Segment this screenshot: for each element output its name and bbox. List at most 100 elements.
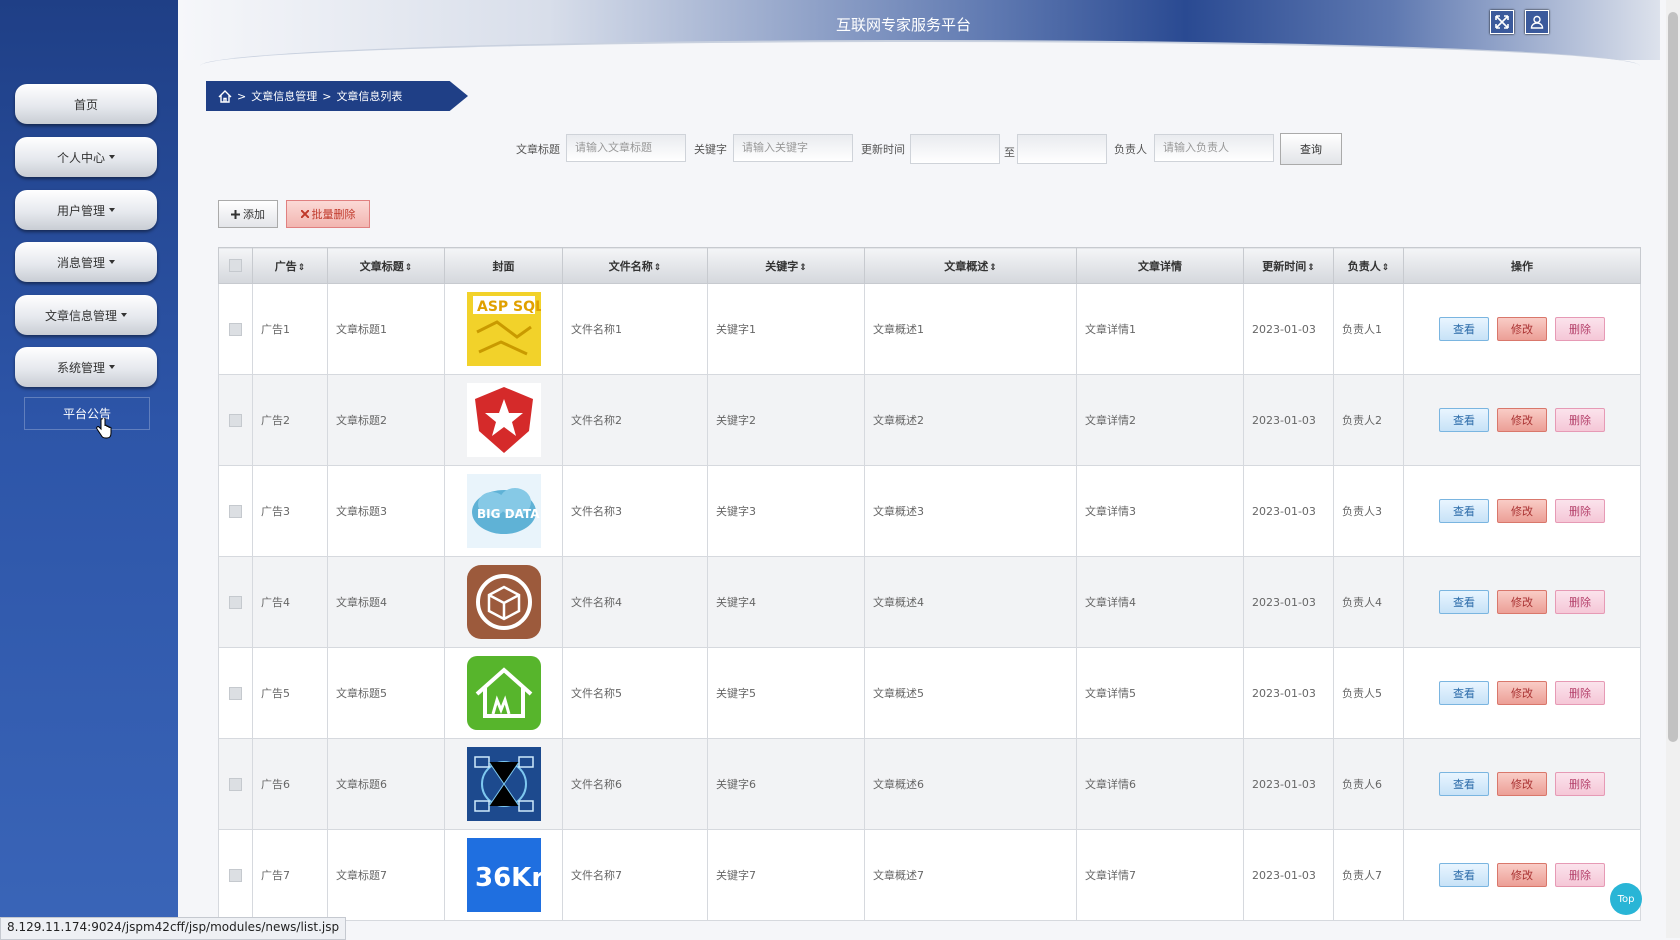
cell-filename: 文件名称7 [562, 829, 708, 921]
edit-button[interactable]: 修改 [1497, 408, 1547, 432]
owner-input[interactable]: 请输入负责人 [1154, 134, 1274, 162]
select-all-cell [218, 247, 253, 284]
query-button[interactable]: 查询 [1280, 133, 1342, 165]
delete-button[interactable]: 删除 [1555, 408, 1605, 432]
sidebar-item-system-management[interactable]: 系统管理 [15, 347, 157, 387]
edit-button[interactable]: 修改 [1497, 863, 1547, 887]
keyword-input[interactable]: 请输入关键字 [733, 134, 853, 162]
delete-button[interactable]: 删除 [1555, 863, 1605, 887]
cell-title: 文章标题6 [327, 738, 445, 830]
cell-cover: 36Kr [444, 829, 563, 921]
sidebar-item-label: 系统管理 [56, 360, 105, 375]
home-icon[interactable] [218, 89, 232, 103]
cell-detail: 文章详情3 [1076, 465, 1244, 557]
delete-button[interactable]: 删除 [1555, 317, 1605, 341]
select-all-checkbox[interactable] [229, 259, 242, 272]
sidebar-item-personal-center[interactable]: 个人中心 [15, 137, 157, 177]
header-keyword[interactable]: 关键字⇕ [707, 247, 865, 284]
sidebar-item-article-management[interactable]: 文章信息管理 [15, 295, 157, 335]
delete-button[interactable]: 删除 [1555, 772, 1605, 796]
batch-delete-label: 批量删除 [311, 208, 356, 221]
cell-actions: 查看 修改 删除 [1403, 647, 1641, 739]
update-time-start-input[interactable] [910, 134, 1000, 164]
header-filename[interactable]: 文件名称⇕ [562, 247, 708, 284]
user-icon[interactable] [1525, 10, 1549, 34]
table-row: 广告7 文章标题7 36Kr 文件名称7 关键字7 文章概述7 文章详情7 2023-01-0… [218, 829, 1641, 921]
view-button[interactable]: 查看 [1439, 681, 1489, 705]
view-button[interactable]: 查看 [1439, 499, 1489, 523]
header-actions: 操作 [1403, 247, 1641, 284]
cover-star-shield [453, 383, 554, 457]
article-table: 广告⇕ 文章标题⇕ 封面 文件名称⇕ 关键字⇕ 文章概述⇕ 文章详情 更新时间⇕… [218, 247, 1641, 921]
row-checkbox[interactable] [229, 595, 242, 609]
cover-network [453, 747, 554, 821]
sidebar-item-user-management[interactable]: 用户管理 [15, 190, 157, 230]
cell-updated: 2023-01-03 [1243, 556, 1334, 648]
edit-button[interactable]: 修改 [1497, 590, 1547, 614]
row-checkbox[interactable] [229, 868, 242, 882]
header-wave [200, 40, 1640, 66]
row-checkbox[interactable] [229, 322, 242, 336]
view-button[interactable]: 查看 [1439, 408, 1489, 432]
cover-house [453, 656, 554, 730]
add-button[interactable]: 添加 [218, 200, 278, 228]
cell-summary: 文章概述1 [864, 283, 1077, 375]
hand-cursor-icon [96, 418, 112, 439]
edit-button[interactable]: 修改 [1497, 772, 1547, 796]
cell-owner: 负责人1 [1333, 283, 1404, 375]
row-checkbox[interactable] [229, 413, 242, 427]
cell-title: 文章标题3 [327, 465, 445, 557]
table-header-row: 广告⇕ 文章标题⇕ 封面 文件名称⇕ 关键字⇕ 文章概述⇕ 文章详情 更新时间⇕… [218, 247, 1641, 284]
title-input[interactable]: 请输入文章标题 [566, 134, 686, 162]
fullscreen-icon[interactable] [1490, 10, 1514, 34]
row-checkbox[interactable] [229, 504, 242, 518]
delete-button[interactable]: 删除 [1555, 681, 1605, 705]
cell-actions: 查看 修改 删除 [1403, 283, 1641, 375]
sidebar-item-message-management[interactable]: 消息管理 [15, 242, 157, 282]
cell-updated: 2023-01-03 [1243, 374, 1334, 466]
breadcrumb: > 文章信息管理 > 文章信息列表 [206, 81, 468, 111]
cell-keyword: 关键字1 [707, 283, 865, 375]
cell-filename: 文件名称5 [562, 647, 708, 739]
row-checkbox[interactable] [229, 686, 242, 700]
cover-big-data: BIG DATA [453, 474, 554, 548]
header-cover: 封面 [444, 247, 563, 284]
edit-button[interactable]: 修改 [1497, 681, 1547, 705]
row-select-cell [218, 465, 253, 557]
row-select-cell [218, 738, 253, 830]
cell-filename: 文件名称1 [562, 283, 708, 375]
sidebar-item-home[interactable]: 首页 [15, 84, 157, 124]
header-summary[interactable]: 文章概述⇕ [864, 247, 1077, 284]
breadcrumb-article-management[interactable]: 文章信息管理 [251, 88, 317, 104]
cell-detail: 文章详情5 [1076, 647, 1244, 739]
back-to-top-button[interactable]: Top [1610, 883, 1642, 915]
sidebar-item-label: 用户管理 [56, 203, 105, 218]
delete-button[interactable]: 删除 [1555, 590, 1605, 614]
cell-filename: 文件名称2 [562, 374, 708, 466]
row-checkbox[interactable] [229, 777, 242, 791]
row-select-cell [218, 829, 253, 921]
row-select-cell [218, 647, 253, 739]
scrollbar-thumb[interactable] [1668, 12, 1678, 742]
sidebar-item-announcement[interactable]: 平台公告 [24, 397, 150, 430]
edit-button[interactable]: 修改 [1497, 499, 1547, 523]
header-owner[interactable]: 负责人⇕ [1333, 247, 1404, 284]
cell-detail: 文章详情7 [1076, 829, 1244, 921]
batch-delete-button[interactable]: 批量删除 [286, 200, 370, 228]
header-updated[interactable]: 更新时间⇕ [1243, 247, 1334, 284]
header-title[interactable]: 文章标题⇕ [327, 247, 445, 284]
header-ad[interactable]: 广告⇕ [252, 247, 328, 284]
cell-title: 文章标题5 [327, 647, 445, 739]
delete-button[interactable]: 删除 [1555, 499, 1605, 523]
view-button[interactable]: 查看 [1439, 317, 1489, 341]
update-time-end-input[interactable] [1017, 134, 1107, 164]
view-button[interactable]: 查看 [1439, 590, 1489, 614]
view-button[interactable]: 查看 [1439, 863, 1489, 887]
view-button[interactable]: 查看 [1439, 772, 1489, 796]
cell-keyword: 关键字2 [707, 374, 865, 466]
cell-cover [444, 647, 563, 739]
caret-down-icon [109, 365, 115, 369]
edit-button[interactable]: 修改 [1497, 317, 1547, 341]
page-title: 互联网专家服务平台 [836, 16, 972, 34]
cell-summary: 文章概述5 [864, 647, 1077, 739]
